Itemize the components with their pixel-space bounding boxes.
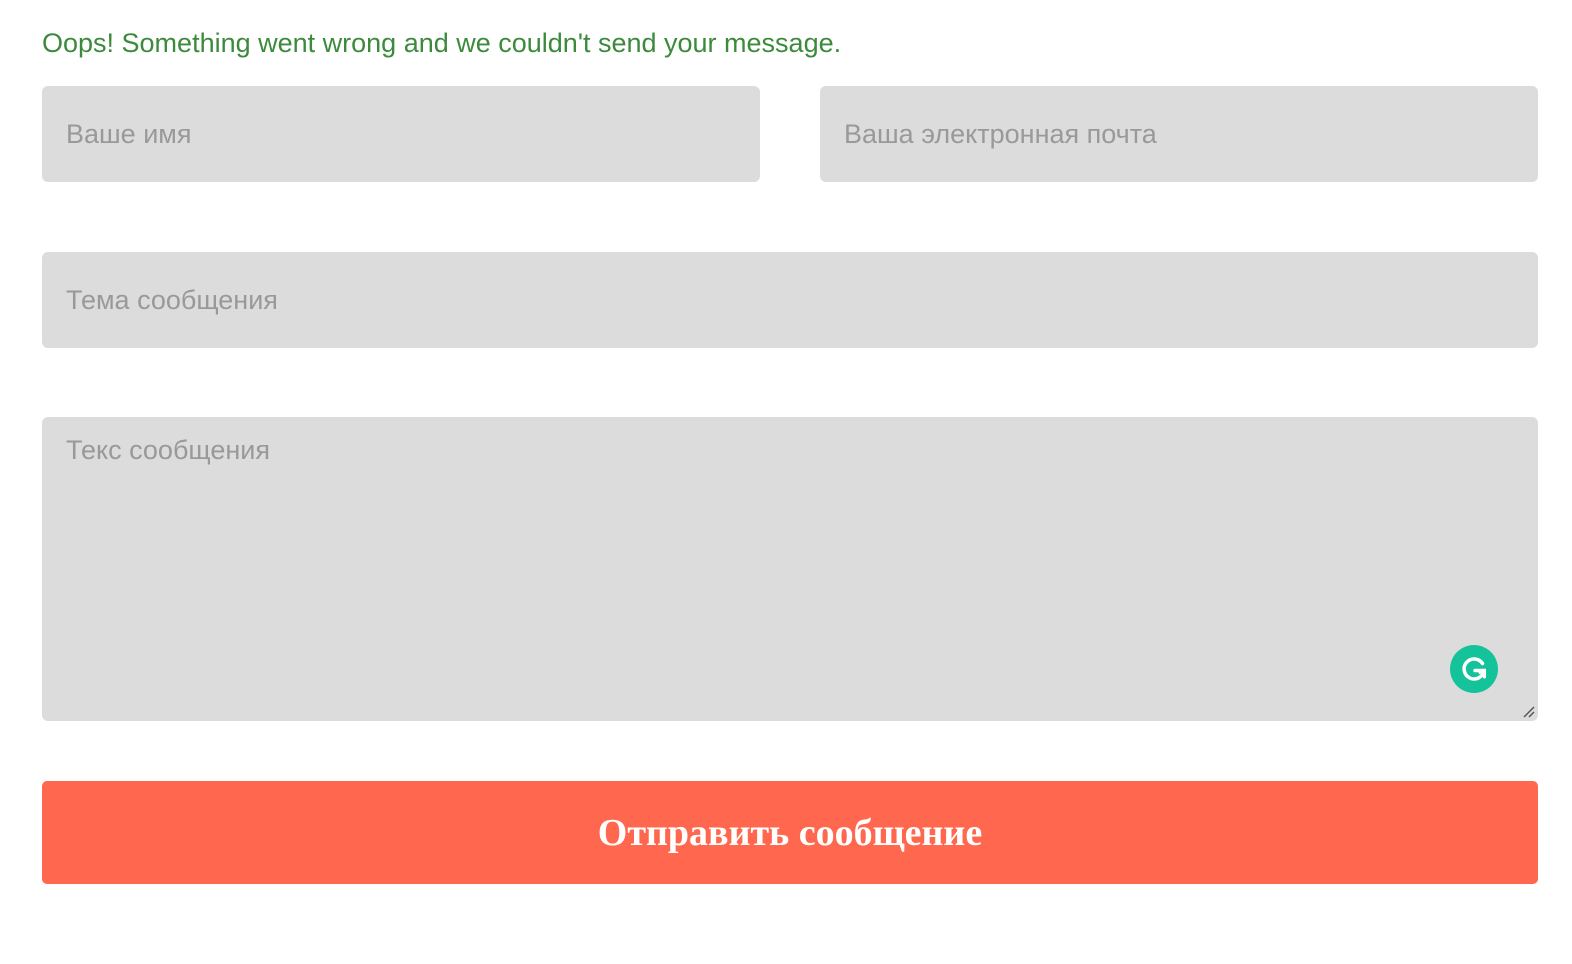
message-textarea[interactable]: [42, 417, 1538, 721]
email-field-container: [820, 86, 1538, 182]
name-input[interactable]: [42, 86, 760, 182]
email-input[interactable]: [820, 86, 1538, 182]
submit-button[interactable]: Отправить сообщение: [42, 781, 1538, 884]
subject-field-container: [42, 252, 1538, 348]
grammarly-icon[interactable]: [1450, 645, 1498, 693]
subject-input[interactable]: [42, 252, 1538, 348]
name-field-container: [42, 86, 760, 182]
resize-handle-icon[interactable]: [1520, 703, 1536, 719]
message-field-container: [42, 417, 1538, 721]
error-message: Oops! Something went wrong and we couldn…: [42, 28, 842, 58]
